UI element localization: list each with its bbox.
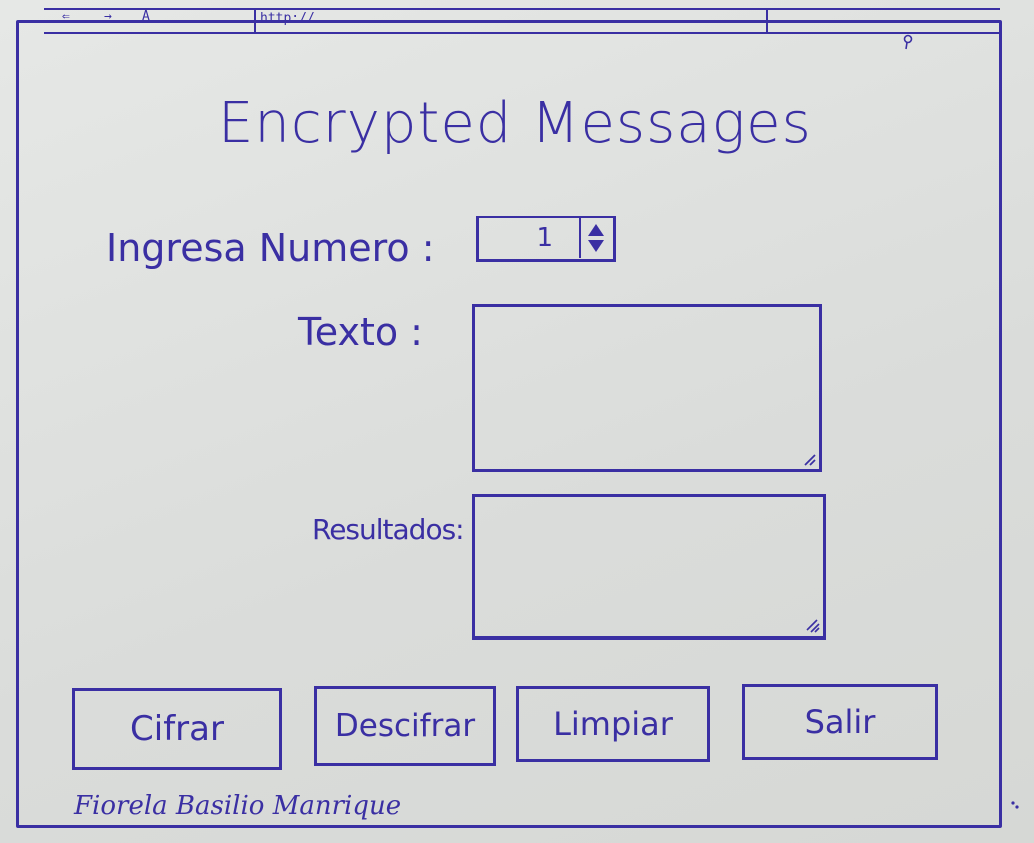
address-bar-text: http:// — [260, 11, 315, 26]
page-title: Encrypted Messages — [218, 91, 812, 156]
numero-label: Ingresa Numero : — [106, 226, 435, 270]
resultados-textarea[interactable] — [472, 494, 826, 640]
window-resize-icon[interactable] — [1010, 800, 1020, 810]
resize-grip-icon[interactable] — [803, 616, 821, 634]
resultados-label: Resultados: — [312, 513, 465, 546]
cifrar-button[interactable]: Cifrar — [72, 688, 282, 770]
numero-stepper[interactable]: 1 — [476, 216, 616, 262]
numero-value[interactable]: 1 — [479, 218, 579, 258]
updown-arrows-icon[interactable] — [581, 218, 611, 258]
lock-icon: A — [142, 9, 150, 24]
resize-grip-icon[interactable] — [799, 449, 817, 467]
stepper-arrows[interactable] — [579, 218, 613, 258]
texto-textarea[interactable] — [472, 304, 822, 472]
browser-toolbar: ⇐ → A http:// — [44, 8, 1000, 50]
forward-button[interactable]: → — [104, 8, 112, 26]
author-credit: Fiorela Basilio Manrique — [74, 791, 402, 821]
salir-button[interactable]: Salir — [742, 684, 938, 760]
descifrar-button[interactable]: Descifrar — [314, 686, 496, 766]
address-bar[interactable]: http:// — [254, 9, 768, 32]
toolbar-bottom-border — [44, 32, 1000, 34]
texto-label: Texto : — [298, 310, 423, 354]
limpiar-button[interactable]: Limpiar — [516, 686, 710, 762]
back-button[interactable]: ⇐ — [62, 8, 70, 26]
search-icon[interactable] — [902, 34, 914, 50]
